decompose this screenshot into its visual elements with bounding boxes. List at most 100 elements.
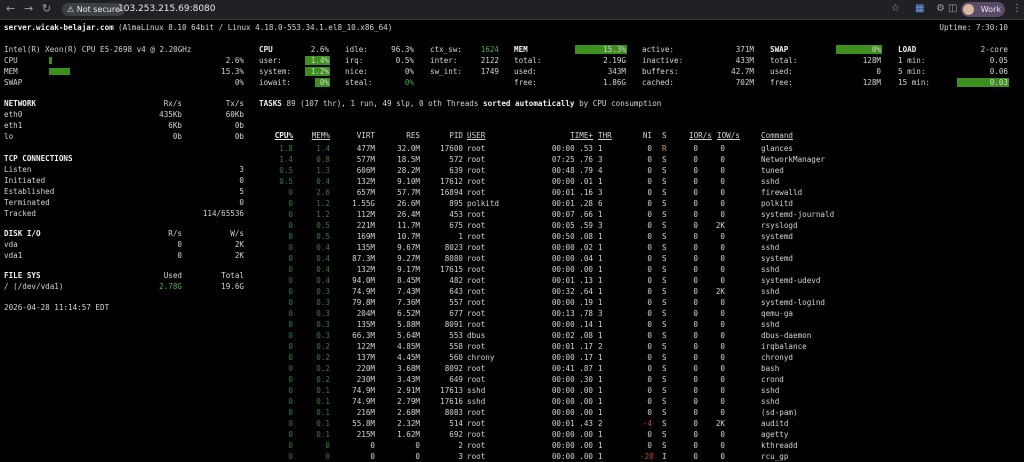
- load-15min-label: 15 min:: [898, 78, 931, 87]
- process-cpu: 0: [288, 309, 293, 318]
- process-state: I: [662, 452, 667, 461]
- network-iface: eth1: [4, 121, 23, 130]
- load-5min: 0.06: [989, 67, 1008, 76]
- process-user: root: [467, 419, 486, 428]
- cpu-ctxsw: 1624: [480, 45, 499, 54]
- process-cpu: 0: [288, 243, 293, 252]
- cpu-title: CPU: [259, 45, 273, 54]
- process-virt: 606M: [356, 166, 375, 175]
- process-state: R: [662, 144, 667, 153]
- process-cpu-column: 1.8 1.4 0.5 0.5 0 0 0 0 0 0 0 0 0 0 0 0 0 0 0 0 0 0 0 0 0 0 0 0 0: [268, 143, 293, 462]
- process-pid: 692: [449, 430, 463, 439]
- process-user: root: [467, 430, 486, 439]
- swap-title: SWAP: [770, 45, 789, 54]
- process-command-column: glances NetworkManager tuned sshd firewalld p…: [761, 143, 881, 462]
- process-ior: 0: [693, 408, 698, 417]
- process-command: chronyd: [761, 353, 794, 362]
- disk-r: 0: [177, 240, 182, 249]
- process-ni: 0: [647, 221, 652, 230]
- process-virt: 0: [370, 452, 375, 461]
- col-header-mem[interactable]: MEM%: [305, 131, 330, 141]
- process-state: S: [662, 254, 667, 263]
- process-ior: 0: [693, 210, 698, 219]
- process-ni: 0: [647, 364, 652, 373]
- process-mem: 0.4: [316, 276, 330, 285]
- process-thr: 4: [598, 166, 603, 175]
- disk-r: 0: [177, 251, 182, 260]
- process-state: S: [662, 430, 667, 439]
- process-state: S: [662, 232, 667, 241]
- col-header-virt[interactable]: VIRT: [340, 131, 375, 141]
- process-command: sshd: [761, 265, 780, 274]
- col-header-command[interactable]: Command: [761, 131, 793, 141]
- profile-button[interactable]: Work: [961, 2, 1005, 17]
- process-ni: 0: [647, 287, 652, 296]
- process-state: S: [662, 375, 667, 384]
- process-thr: 1: [598, 386, 603, 395]
- process-ni-column: 0 0 0 0 0 0 0 0 0 0 0 0 0 0 0 0 0 0 0 0 0 0 0 0 0 -4 0 0 -20: [640, 143, 654, 462]
- process-ior: 0: [693, 188, 698, 197]
- col-header-cpu[interactable]: CPU%: [268, 131, 293, 141]
- col-header-pid[interactable]: PID: [430, 131, 463, 141]
- process-pid: 639: [449, 166, 463, 175]
- puzzle-icon[interactable]: ⚙: [936, 3, 945, 14]
- process-ior: 0: [693, 276, 698, 285]
- process-iow: 0: [720, 177, 725, 186]
- not-secure-badge[interactable]: ⚠ Not secure: [62, 3, 125, 16]
- process-mem: 0.1: [316, 430, 330, 439]
- col-header-thr[interactable]: THR: [598, 131, 612, 141]
- process-command: systemd-logind: [761, 298, 826, 307]
- process-ior: 0: [693, 298, 698, 307]
- back-icon[interactable]: ←: [6, 2, 15, 15]
- process-user: sshd: [467, 386, 486, 395]
- hostname: server.wicak-belajar.com: [4, 23, 114, 32]
- process-cpu: 0: [288, 188, 293, 197]
- process-iow: 0: [720, 188, 725, 197]
- star-icon[interactable]: ☆: [891, 3, 900, 14]
- process-iow: 0: [720, 155, 725, 164]
- process-pid-column: 17600 572 639 17612 16894 895 453 675 1 8023 8080 1…: [430, 143, 463, 462]
- tcp-value: 0: [239, 176, 244, 185]
- process-ior: 0: [693, 221, 698, 230]
- network-tx: 60Kb: [225, 110, 244, 119]
- process-res: 28.2M: [397, 166, 420, 175]
- menu-icon[interactable]: ⋮: [1012, 3, 1022, 14]
- col-header-s[interactable]: S: [662, 131, 667, 141]
- col-header-res[interactable]: RES: [385, 131, 420, 141]
- process-ni: 0: [647, 254, 652, 263]
- col-header-ni[interactable]: NI: [640, 131, 652, 141]
- process-state: S: [662, 419, 667, 428]
- process-cpu: 0: [288, 419, 293, 428]
- process-pid: 482: [449, 276, 463, 285]
- process-ni: 0: [647, 309, 652, 318]
- fs-total: 19.6G: [221, 282, 244, 291]
- address-bar[interactable]: 103.253.215.69:8080: [118, 3, 216, 16]
- process-iow: 0: [720, 331, 725, 340]
- process-res: 6.52M: [397, 309, 420, 318]
- process-pid: 514: [449, 419, 463, 428]
- process-pid: 675: [449, 221, 463, 230]
- col-header-iow[interactable]: IOW/s: [717, 131, 740, 141]
- process-thr: 1: [598, 276, 603, 285]
- col-header-user[interactable]: USER: [467, 131, 485, 141]
- col-header-time[interactable]: TIME+: [550, 131, 593, 141]
- process-thr: 6: [598, 199, 603, 208]
- col-header-ior[interactable]: IOR/s: [689, 131, 712, 141]
- process-state: S: [662, 309, 667, 318]
- uptime: Uptime: 7:30:10: [939, 23, 1008, 32]
- process-virt: 55.8M: [352, 419, 375, 428]
- network-iface: eth0: [4, 110, 23, 119]
- split-view-icon[interactable]: ◫: [948, 3, 957, 14]
- forward-icon[interactable]: →: [24, 2, 33, 15]
- process-cpu: 0: [288, 287, 293, 296]
- process-state: S: [662, 276, 667, 285]
- extension-icon[interactable]: ▦: [915, 3, 924, 14]
- mem-used-label: used:: [514, 67, 537, 76]
- process-command: auditd: [761, 419, 789, 428]
- process-res: 9.10M: [397, 177, 420, 186]
- load-1min: 0.05: [989, 56, 1008, 65]
- process-ior: 0: [693, 287, 698, 296]
- mem-active-label: active:: [642, 45, 675, 54]
- cpu-inter: 2122: [480, 56, 499, 65]
- reload-icon[interactable]: ↻: [42, 2, 51, 15]
